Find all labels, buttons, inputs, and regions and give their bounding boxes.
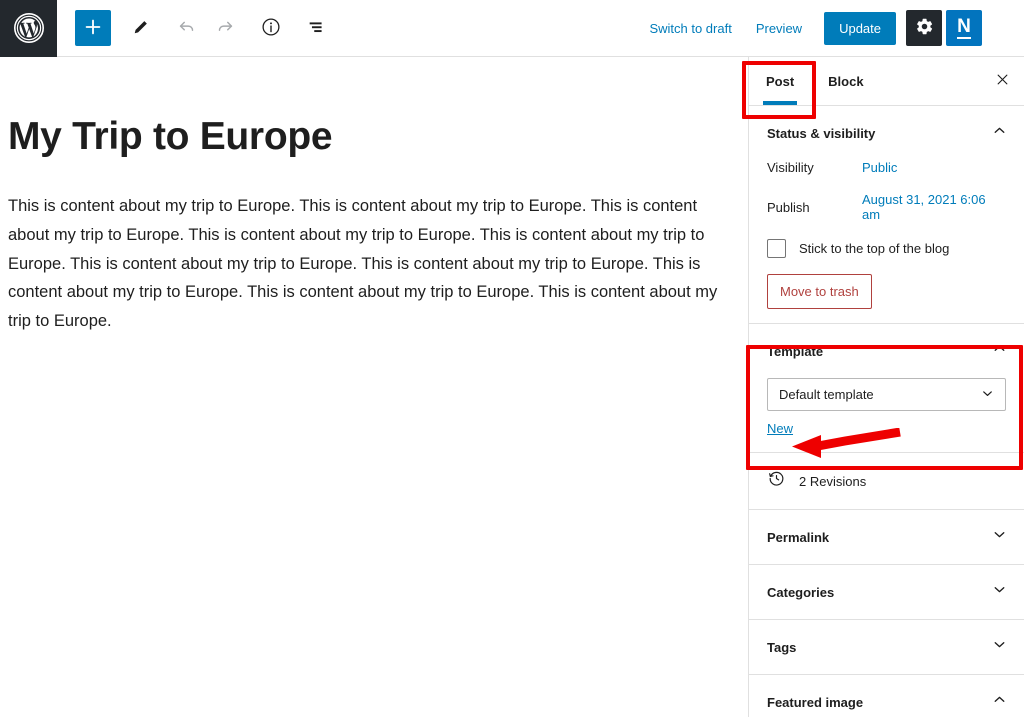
- switch-to-draft-button[interactable]: Switch to draft: [637, 13, 743, 44]
- panel-template-title: Template: [767, 344, 823, 359]
- panel-template: Template Default template New: [749, 324, 1024, 453]
- revisions-label: 2 Revisions: [799, 474, 866, 489]
- editor-canvas[interactable]: My Trip to Europe This is content about …: [0, 57, 748, 717]
- panel-featured-image-header[interactable]: Featured image: [749, 675, 1024, 717]
- update-button[interactable]: Update: [824, 12, 896, 45]
- list-view-icon: [306, 16, 328, 41]
- wordpress-block-editor: Switch to draft Preview Update N: [0, 0, 1024, 717]
- gear-icon: [915, 17, 934, 39]
- nelio-icon: N: [957, 17, 971, 39]
- sidebar-tabs: Post Block: [749, 57, 1024, 106]
- undo-button[interactable]: [169, 10, 205, 46]
- chevron-down-icon: [991, 526, 1008, 548]
- panel-tags: Tags: [749, 620, 1024, 675]
- undo-icon: [176, 16, 198, 41]
- close-icon: [995, 72, 1010, 90]
- panel-status-visibility-body: Visibility Public Publish August 31, 202…: [749, 160, 1024, 323]
- panel-featured-image: Featured image: [749, 675, 1024, 717]
- panel-tags-title: Tags: [767, 640, 796, 655]
- settings-sidebar: Post Block Status & visibility: [748, 57, 1024, 717]
- panel-template-body: Default template New: [749, 378, 1024, 452]
- redo-button[interactable]: [207, 10, 243, 46]
- chevron-up-icon: [991, 340, 1008, 362]
- pencil-icon: [131, 17, 151, 40]
- preview-button[interactable]: Preview: [744, 13, 814, 44]
- panel-permalink: Permalink: [749, 510, 1024, 565]
- close-sidebar-button[interactable]: [980, 57, 1024, 105]
- chevron-down-icon: [991, 636, 1008, 658]
- panel-featured-image-title: Featured image: [767, 695, 863, 710]
- sticky-post-label: Stick to the top of the blog: [799, 241, 949, 256]
- wordpress-logo-icon: [13, 12, 45, 44]
- details-info-button[interactable]: [253, 10, 289, 46]
- publish-label: Publish: [767, 200, 862, 215]
- edit-tool-button[interactable]: [123, 10, 159, 46]
- panel-status-visibility-header[interactable]: Status & visibility: [749, 106, 1024, 160]
- visibility-value-button[interactable]: Public: [862, 160, 897, 175]
- editor-toolbar: Switch to draft Preview Update N: [0, 0, 1024, 57]
- panel-revisions: 2 Revisions: [749, 453, 1024, 510]
- chevron-up-icon: [991, 691, 1008, 713]
- post-title[interactable]: My Trip to Europe: [8, 115, 748, 160]
- list-view-button[interactable]: [299, 10, 335, 46]
- chevron-down-icon: [991, 581, 1008, 603]
- panel-permalink-title: Permalink: [767, 530, 829, 545]
- new-template-link[interactable]: New: [767, 421, 793, 436]
- toolbar-left-group: [57, 10, 335, 46]
- toolbar-right-group: Switch to draft Preview Update N: [637, 10, 1024, 46]
- template-select-value: Default template: [779, 387, 874, 402]
- panel-tags-header[interactable]: Tags: [749, 620, 1024, 674]
- move-to-trash-button[interactable]: Move to trash: [767, 274, 872, 309]
- wordpress-logo-button[interactable]: [0, 0, 57, 57]
- clock-history-icon: [767, 469, 786, 493]
- template-select[interactable]: Default template: [767, 378, 1006, 411]
- sticky-post-checkbox[interactable]: [767, 239, 786, 258]
- visibility-row: Visibility Public: [767, 160, 1006, 175]
- panel-template-header[interactable]: Template: [749, 324, 1024, 378]
- panel-permalink-header[interactable]: Permalink: [749, 510, 1024, 564]
- panel-categories-header[interactable]: Categories: [749, 565, 1024, 619]
- tab-block[interactable]: Block: [811, 57, 880, 105]
- visibility-label: Visibility: [767, 160, 862, 175]
- publish-date-button[interactable]: August 31, 2021 6:06 am: [862, 192, 1006, 222]
- redo-icon: [214, 16, 236, 41]
- panel-status-visibility: Status & visibility Visibility Public Pu…: [749, 106, 1024, 324]
- settings-button[interactable]: [906, 10, 942, 46]
- add-block-button[interactable]: [75, 10, 111, 46]
- post-paragraph-block[interactable]: This is content about my trip to Europe.…: [8, 192, 738, 336]
- panel-status-visibility-title: Status & visibility: [767, 126, 875, 141]
- chevron-down-icon: [980, 386, 995, 404]
- sticky-post-row: Stick to the top of the blog: [767, 239, 1006, 258]
- plus-icon: [82, 16, 104, 41]
- info-icon: [260, 16, 282, 41]
- publish-row: Publish August 31, 2021 6:06 am: [767, 192, 1006, 222]
- chevron-up-icon: [991, 122, 1008, 144]
- panel-categories: Categories: [749, 565, 1024, 620]
- tab-post[interactable]: Post: [749, 57, 811, 105]
- panel-categories-title: Categories: [767, 585, 834, 600]
- nelio-plugin-button[interactable]: N: [946, 10, 982, 46]
- more-options-button[interactable]: [984, 10, 1014, 46]
- revisions-button[interactable]: 2 Revisions: [749, 453, 1024, 509]
